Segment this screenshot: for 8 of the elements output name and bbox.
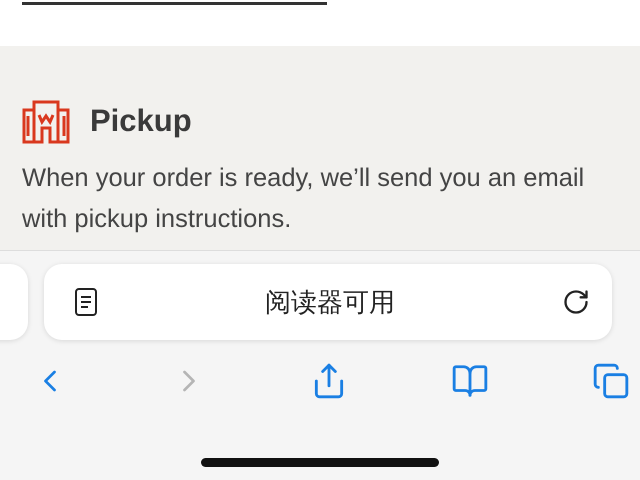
reader-available-label: 阅读器可用 (265, 286, 395, 318)
section-title: Pickup (90, 103, 192, 139)
address-bar[interactable]: 阅读器可用 (44, 264, 612, 340)
reader-icon[interactable] (74, 287, 98, 317)
tabs-icon (592, 362, 630, 400)
store-icon (22, 98, 70, 144)
reload-icon[interactable] (562, 288, 590, 316)
pickup-description: When your order is ready, we’ll send you an email with pickup instructions. (22, 163, 586, 235)
